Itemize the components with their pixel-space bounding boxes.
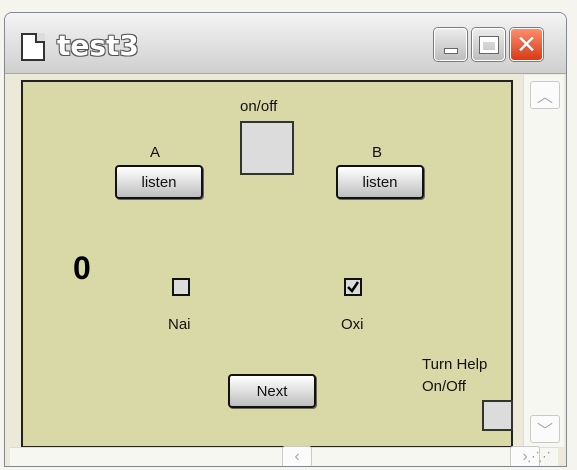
- b-label: B: [372, 144, 383, 161]
- maximize-button[interactable]: [472, 28, 505, 61]
- onoff-label: on/off: [240, 98, 278, 115]
- listen-b-button[interactable]: listen: [336, 165, 424, 199]
- a-label: A: [150, 144, 161, 161]
- help-toggle-button[interactable]: [482, 400, 513, 431]
- minimize-button[interactable]: [434, 28, 467, 61]
- horizontal-scrollbar[interactable]: ‹ › ⋰⋰: [10, 446, 558, 466]
- chevron-down-icon: ﹀: [536, 423, 553, 440]
- resize-grip-icon[interactable]: ⋰⋰: [527, 449, 551, 465]
- help-label-line1: Turn Help: [422, 356, 488, 373]
- chevron-left-icon: ‹: [294, 448, 300, 465]
- scroll-left-button[interactable]: ‹: [282, 446, 312, 466]
- scroll-up-button[interactable]: ︿: [530, 81, 560, 109]
- nai-checkbox[interactable]: [172, 278, 190, 296]
- chevron-up-icon: ︿: [536, 89, 553, 106]
- close-button[interactable]: ✕: [510, 28, 543, 61]
- scroll-down-button[interactable]: ﹀: [530, 415, 560, 443]
- title-bar[interactable]: test3 ✕: [5, 13, 566, 74]
- help-label-line2: On/Off: [422, 378, 466, 395]
- oxi-label: Oxi: [341, 316, 364, 333]
- close-icon: ✕: [516, 30, 537, 59]
- card-canvas: on/off A listen B listen 0 Nai Oxi Next …: [21, 80, 513, 448]
- app-window: test3 ✕ on/off A listen B listen 0 Nai O…: [4, 12, 567, 467]
- maximize-icon: [478, 35, 499, 54]
- onoff-button[interactable]: [240, 121, 294, 175]
- next-button[interactable]: Next: [228, 374, 316, 408]
- window-title: test3: [57, 29, 139, 62]
- document-icon: [21, 33, 45, 61]
- listen-a-button[interactable]: listen: [115, 165, 203, 199]
- oxi-checkbox[interactable]: [344, 278, 362, 296]
- checkmark-icon: [347, 281, 360, 293]
- vertical-scrollbar[interactable]: ︿ ﹀: [523, 75, 564, 447]
- counter-value: 0: [73, 250, 91, 286]
- minimize-icon: [443, 47, 458, 54]
- nai-label: Nai: [168, 316, 191, 333]
